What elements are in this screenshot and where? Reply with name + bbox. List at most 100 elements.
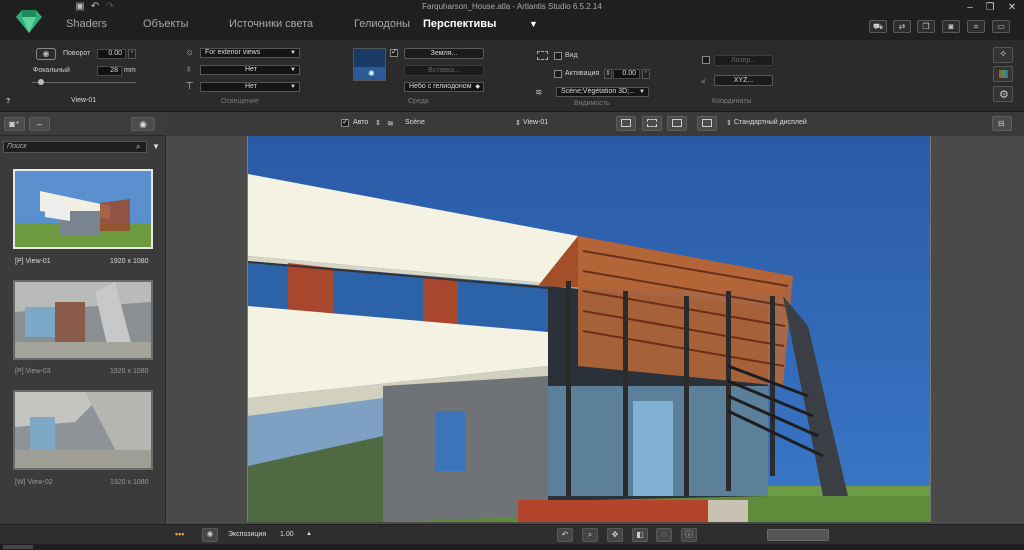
search-icon[interactable]: ⌕ bbox=[136, 142, 140, 152]
wand-icon[interactable]: ✧ bbox=[993, 47, 1013, 63]
status-bar bbox=[0, 544, 1024, 550]
lighting-group-label: Освещение bbox=[221, 98, 259, 105]
exposure-value[interactable]: 1.00 bbox=[280, 531, 294, 538]
panel-toggle-icon[interactable]: ⊟ bbox=[992, 116, 1012, 131]
camera-rotation-icon[interactable]: ◉ bbox=[36, 48, 56, 60]
camera-icon[interactable]: ◙ bbox=[942, 20, 960, 33]
close-button[interactable]: ✕ bbox=[1003, 1, 1021, 15]
palette-icon[interactable] bbox=[993, 66, 1013, 82]
view-select[interactable]: View-01 bbox=[523, 119, 548, 126]
orbit-icon[interactable]: ◌ bbox=[656, 528, 672, 542]
fit-view-icon[interactable] bbox=[616, 116, 636, 131]
info-icon[interactable]: ⓘ bbox=[681, 528, 697, 542]
ground-checkbox[interactable] bbox=[390, 47, 398, 57]
focal-slider-handle[interactable] bbox=[38, 79, 44, 85]
remove-button[interactable]: – bbox=[29, 117, 50, 131]
settings-icon[interactable]: ⚙ bbox=[993, 86, 1013, 102]
rotation-input[interactable]: 0.00 bbox=[97, 49, 126, 59]
aspect-icon[interactable] bbox=[667, 116, 687, 131]
activation-unit[interactable]: ° bbox=[642, 69, 650, 79]
view-checkbox-label: Вид bbox=[565, 52, 578, 59]
walk-icon[interactable]: ◧ bbox=[632, 528, 648, 542]
maximize-button[interactable]: ❐ bbox=[981, 1, 999, 15]
bottom-bar: ••• ✺ Экспозиция 1.00 ▲ ↶ ⌕ ✥ ◧ ◌ ⓘ bbox=[0, 524, 1024, 544]
pan-icon[interactable]: ✥ bbox=[607, 528, 623, 542]
display-spin-icon[interactable]: ⇕ bbox=[726, 119, 732, 127]
progress-bar bbox=[767, 529, 829, 541]
xyz-button[interactable]: XYZ... bbox=[714, 75, 773, 86]
eye-icon[interactable]: ◉ bbox=[131, 117, 155, 131]
exposure-label: Экспозиция bbox=[228, 531, 267, 538]
thumbnail-name: [P] View-01 bbox=[15, 258, 51, 265]
lighting-select-2[interactable]: Нет ▼ bbox=[200, 65, 300, 75]
thumbnail-view-01[interactable] bbox=[13, 169, 153, 249]
lighting-select-3[interactable]: Нет ▼ bbox=[200, 82, 300, 92]
thumbnail-resolution: 1920 x 1080 bbox=[110, 368, 149, 375]
more-options-icon[interactable]: ••• bbox=[175, 529, 184, 539]
thumbnail-resolution: 1920 x 1080 bbox=[110, 479, 149, 486]
activation-input[interactable]: 0.00 bbox=[613, 69, 640, 79]
window-title: Farquharson_House.atla - Artlantis Studi… bbox=[422, 2, 602, 11]
display-select[interactable]: Стандартный дисплей bbox=[734, 119, 807, 126]
ground-button[interactable]: Земля... bbox=[404, 48, 484, 59]
bulb-icon: ♁ bbox=[185, 64, 193, 75]
scene-spin-icon[interactable]: ⇕ bbox=[375, 119, 381, 127]
frame-icon[interactable] bbox=[642, 116, 662, 131]
undo-view-icon[interactable]: ↶ bbox=[557, 528, 573, 542]
auto-checkbox[interactable] bbox=[341, 117, 349, 127]
layers-icon: ≋ bbox=[535, 87, 543, 97]
exposure-icon[interactable]: ✺ bbox=[202, 528, 218, 542]
artlantis-logo-icon bbox=[16, 10, 42, 33]
render-icon[interactable]: ▭ bbox=[992, 20, 1010, 33]
focal-unit: mm bbox=[124, 67, 136, 74]
lock-icon[interactable]: 🔓︎ bbox=[701, 76, 706, 86]
view-checkbox[interactable] bbox=[554, 52, 562, 60]
thumbnail-name: [W] View-02 bbox=[15, 479, 53, 486]
laser-button[interactable]: Лазер... bbox=[714, 55, 773, 66]
windows-icon[interactable]: ❐ bbox=[917, 20, 935, 33]
activation-checkbox[interactable] bbox=[554, 70, 562, 78]
focal-input[interactable]: 28 bbox=[97, 66, 122, 76]
view-spin-icon[interactable]: ⇕ bbox=[515, 119, 521, 127]
insert-button[interactable]: Вставка... bbox=[404, 65, 484, 76]
tab-shaders[interactable]: Shaders bbox=[66, 18, 107, 30]
tab-perspectives[interactable]: Перспективы bbox=[423, 18, 496, 30]
rotation-unit[interactable]: ° bbox=[128, 49, 136, 59]
rotation-label: Поворот bbox=[63, 50, 91, 57]
thumbnail-view-02[interactable] bbox=[13, 390, 153, 470]
sun-icon: ☼ bbox=[185, 47, 195, 58]
auto-label: Авто bbox=[353, 119, 369, 126]
view-clip-icon bbox=[537, 51, 548, 60]
tab-objects[interactable]: Объекты bbox=[143, 18, 188, 30]
activation-spin[interactable]: ⇕ bbox=[604, 69, 612, 79]
visibility-select[interactable]: Scène;Végétation 3D;... ▼ bbox=[556, 87, 649, 97]
exposure-up-icon[interactable]: ▲ bbox=[306, 531, 312, 537]
crop-icon[interactable]: ⌗ bbox=[967, 20, 985, 33]
status-scroll[interactable] bbox=[3, 545, 33, 549]
title-bar: ▣ ↶ ↷ Farquharson_House.atla - Artlantis… bbox=[0, 0, 1024, 40]
scene-label[interactable]: Scène bbox=[405, 119, 425, 126]
help-icon[interactable]: ? bbox=[6, 98, 10, 105]
thumbnail-view-03[interactable] bbox=[13, 280, 153, 360]
tab-lights[interactable]: Источники света bbox=[229, 18, 313, 30]
search-input[interactable]: Поиск bbox=[3, 141, 147, 153]
lighting-select-1[interactable]: For exterior views ▼ bbox=[200, 48, 300, 58]
render-preview-image[interactable] bbox=[247, 136, 931, 522]
display-mode-icon[interactable] bbox=[697, 116, 717, 131]
transfer-icon[interactable]: ⇄ bbox=[893, 20, 911, 33]
panel-menu-icon[interactable]: ▼ bbox=[152, 142, 160, 151]
environment-preview[interactable]: ✺ bbox=[353, 48, 386, 81]
tab-heliodons[interactable]: Гелиодоны bbox=[354, 18, 410, 30]
add-camera-icon[interactable]: ◙⁺ bbox=[4, 117, 25, 131]
laser-checkbox[interactable] bbox=[702, 56, 710, 64]
coordinates-group-label: Координаты bbox=[712, 98, 752, 105]
minimize-button[interactable]: – bbox=[961, 1, 979, 15]
zoom-icon[interactable]: ⌕ bbox=[582, 528, 598, 542]
view-name: View-01 bbox=[71, 97, 97, 104]
sky-select[interactable]: Небо с гелиодоном ◆ bbox=[404, 82, 484, 92]
focal-slider-track[interactable] bbox=[32, 82, 136, 83]
tabs-more-icon[interactable]: ▼ bbox=[529, 19, 538, 29]
shopping-cart-icon[interactable]: ⛟ bbox=[869, 20, 887, 33]
viewport-toolbar: Авто ⇕ ≋ Scène ⇕ View-01 ⇕ Стандартный д… bbox=[166, 112, 1024, 136]
focal-label: Фокальный bbox=[33, 67, 70, 74]
